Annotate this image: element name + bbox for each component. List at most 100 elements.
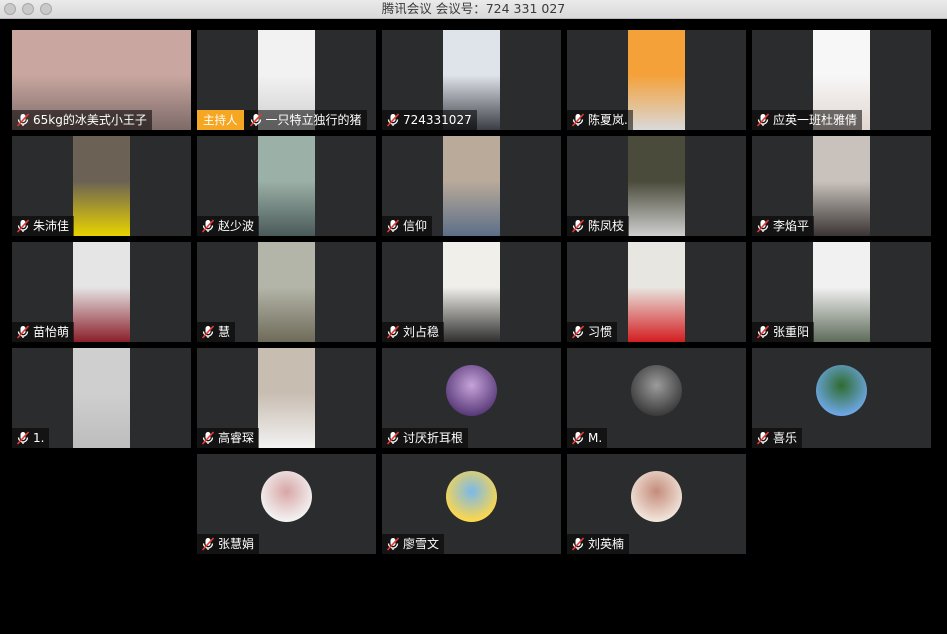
participant-name: 65kg的冰美式小王子 <box>33 113 147 127</box>
participant-name: 张慧娟 <box>218 537 255 551</box>
participant-video <box>628 30 685 130</box>
participant-label: 喜乐 <box>752 428 803 448</box>
mic-muted-icon <box>757 219 769 233</box>
mic-muted-icon <box>387 325 399 339</box>
participant-label: 陈凤枝 <box>567 216 630 236</box>
mic-muted-icon <box>572 219 584 233</box>
participant-name: M. <box>588 431 603 445</box>
participant-name: 喜乐 <box>773 431 798 445</box>
participant-name: 高睿琛 <box>218 431 255 445</box>
participant-label: M. <box>567 428 608 448</box>
participant-tile[interactable]: 724331027 <box>382 30 561 130</box>
participant-avatar <box>261 471 312 522</box>
participant-tile[interactable]: 刘占稳 <box>382 242 561 342</box>
participant-name: 724331027 <box>403 113 472 127</box>
participant-video <box>443 242 500 342</box>
participant-label: 陈夏岚. <box>567 110 633 130</box>
participant-tile[interactable]: 李焰平 <box>752 136 931 236</box>
participant-tile[interactable]: 喜乐 <box>752 348 931 448</box>
participant-name: 应英一班杜雅倩 <box>773 113 858 127</box>
participant-video <box>258 348 315 448</box>
participant-tile[interactable]: 高睿琛 <box>197 348 376 448</box>
participant-name: 朱沛佳 <box>33 219 70 233</box>
mic-muted-icon <box>572 431 584 445</box>
participant-avatar <box>816 365 867 416</box>
participant-label: 讨厌折耳根 <box>382 428 469 448</box>
window-title: 腾讯会议 会议号：724 331 027 <box>381 1 566 16</box>
mic-muted-icon <box>202 325 214 339</box>
mic-muted-icon <box>572 113 584 127</box>
participant-label: 刘英楠 <box>567 534 630 554</box>
mic-muted-icon <box>202 219 214 233</box>
participant-avatar <box>631 365 682 416</box>
participant-video <box>73 348 130 448</box>
mic-muted-icon <box>757 113 769 127</box>
participant-tile[interactable]: 廖雪文 <box>382 454 561 554</box>
participant-tile[interactable]: 习惯 <box>567 242 746 342</box>
participant-tile[interactable]: 赵少波 <box>197 136 376 236</box>
participant-name: 张重阳 <box>773 325 810 339</box>
participant-label: 1. <box>12 428 50 448</box>
participant-name: 信仰 <box>403 219 428 233</box>
mic-muted-icon <box>17 219 29 233</box>
participant-label: 张慧娟 <box>197 534 260 554</box>
participant-video <box>628 242 685 342</box>
participant-video <box>258 136 315 236</box>
participant-label: 刘占稳 <box>382 322 445 342</box>
participant-name: 一只特立独行的猪 <box>265 113 362 127</box>
participant-tile[interactable]: 苗怡萌 <box>12 242 191 342</box>
participant-label: 赵少波 <box>197 216 260 236</box>
participant-video <box>443 136 500 236</box>
participant-name: 赵少波 <box>218 219 255 233</box>
participant-video <box>73 136 130 236</box>
mic-muted-icon <box>387 113 399 127</box>
mic-muted-icon <box>387 537 399 551</box>
participant-name: 苗怡萌 <box>33 325 70 339</box>
participant-avatar <box>446 365 497 416</box>
participant-tile[interactable]: 朱沛佳 <box>12 136 191 236</box>
participant-name: 陈凤枝 <box>588 219 625 233</box>
participant-label: 廖雪文 <box>382 534 445 554</box>
participant-tile[interactable]: 65kg的冰美式小王子 <box>12 30 191 130</box>
participant-tile[interactable]: 1. <box>12 348 191 448</box>
participant-tile[interactable]: 信仰 <box>382 136 561 236</box>
video-gallery: 65kg的冰美式小王子 主持人 一只特立独行的猪 724331027 陈夏岚. 应英一班杜… <box>0 19 947 634</box>
participant-label: 李焰平 <box>752 216 815 236</box>
participant-name: 习惯 <box>588 325 613 339</box>
mic-muted-icon <box>17 431 29 445</box>
participant-tile[interactable]: M. <box>567 348 746 448</box>
participant-label: 主持人 一只特立独行的猪 <box>197 110 367 130</box>
participant-label: 慧 <box>197 322 236 342</box>
mic-muted-icon <box>202 431 214 445</box>
mic-muted-icon <box>17 113 29 127</box>
window-titlebar: 腾讯会议 会议号：724 331 027 <box>0 0 947 19</box>
participant-label: 张重阳 <box>752 322 815 342</box>
participant-label: 习惯 <box>567 322 618 342</box>
participant-tile[interactable]: 陈夏岚. <box>567 30 746 130</box>
participant-name: 陈夏岚. <box>588 113 628 127</box>
participant-tile[interactable]: 讨厌折耳根 <box>382 348 561 448</box>
participant-label: 苗怡萌 <box>12 322 75 342</box>
mic-muted-icon <box>572 325 584 339</box>
participant-name: 1. <box>33 431 45 445</box>
participant-tile[interactable]: 应英一班杜雅倩 <box>752 30 931 130</box>
participant-tile[interactable]: 主持人 一只特立独行的猪 <box>197 30 376 130</box>
participant-tile[interactable]: 慧 <box>197 242 376 342</box>
participant-tile[interactable]: 张重阳 <box>752 242 931 342</box>
participant-video <box>813 136 870 236</box>
participant-tile[interactable]: 陈凤枝 <box>567 136 746 236</box>
participant-name: 李焰平 <box>773 219 810 233</box>
participant-avatar <box>631 471 682 522</box>
participant-label: 信仰 <box>382 216 433 236</box>
participant-tile[interactable]: 张慧娟 <box>197 454 376 554</box>
mic-muted-icon <box>387 219 399 233</box>
participant-video <box>73 242 130 342</box>
participant-label: 65kg的冰美式小王子 <box>12 110 152 130</box>
participant-video <box>628 136 685 236</box>
mic-muted-icon <box>249 113 262 127</box>
participant-name: 廖雪文 <box>403 537 440 551</box>
participant-label: 应英一班杜雅倩 <box>752 110 863 130</box>
participant-tile[interactable]: 刘英楠 <box>567 454 746 554</box>
participant-video <box>258 242 315 342</box>
participant-name: 讨厌折耳根 <box>403 431 464 445</box>
